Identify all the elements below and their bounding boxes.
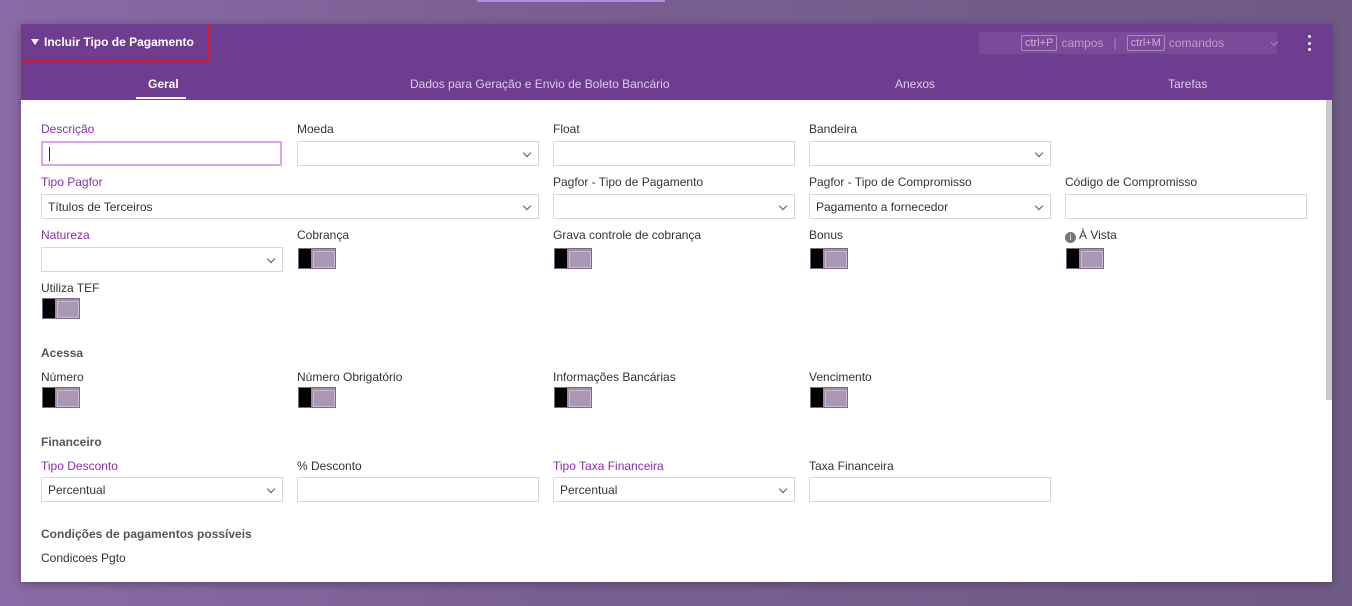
vencimento-label: Vencimento xyxy=(809,370,872,384)
grava-controle-toggle[interactable] xyxy=(554,248,592,269)
numero-toggle[interactable] xyxy=(42,387,80,408)
info-icon[interactable]: i xyxy=(1065,232,1076,243)
bandeira-label: Bandeira xyxy=(809,122,858,136)
tipo-desconto-select[interactable]: Percentual xyxy=(41,477,283,502)
shortcut-bar[interactable]: ctrl+P campos | ctrl+M comandos xyxy=(979,32,1279,54)
tipo-taxa-label: Tipo Taxa Financeira xyxy=(553,459,664,473)
vencimento-toggle[interactable] xyxy=(810,387,848,408)
utiliza-tef-label: Utiliza TEF xyxy=(41,281,100,295)
taxa-financeira-label: Taxa Financeira xyxy=(809,459,894,473)
informacoes-bancarias-label: Informações Bancárias xyxy=(553,370,676,384)
fields-shortcut-label: campos xyxy=(1061,36,1104,50)
form-content: Descrição Moeda Float Bandeira Tipo Pagf… xyxy=(21,100,1332,582)
numero-label: Número xyxy=(41,370,84,384)
float-input[interactable] xyxy=(553,141,795,166)
taxa-financeira-input[interactable] xyxy=(809,477,1051,502)
tipo-desconto-label: Tipo Desconto xyxy=(41,459,118,473)
codigo-compromisso-label: Código de Compromisso xyxy=(1065,175,1198,189)
moeda-label: Moeda xyxy=(297,122,334,136)
pagfor-tipo-compromisso-label: Pagfor - Tipo de Compromisso xyxy=(809,175,972,189)
vertical-scrollbar[interactable] xyxy=(1326,100,1332,400)
perc-desconto-input[interactable] xyxy=(297,477,539,502)
perc-desconto-label: % Desconto xyxy=(297,459,362,473)
a-vista-label-wrap: iÀ Vista xyxy=(1065,228,1117,243)
chevron-down-icon xyxy=(522,201,532,211)
include-payment-type-modal: Incluir Tipo de Pagamento ctrl+P campos … xyxy=(21,24,1332,582)
condicoes-pgto-label: Condicoes Pgto xyxy=(41,551,126,565)
numero-obrigatorio-label: Número Obrigatório xyxy=(297,370,403,384)
chevron-down-icon xyxy=(1034,201,1044,211)
modal-header: Incluir Tipo de Pagamento ctrl+P campos … xyxy=(21,24,1332,100)
bandeira-select[interactable] xyxy=(809,141,1051,166)
a-vista-toggle[interactable] xyxy=(1066,248,1104,269)
numero-obrigatorio-toggle[interactable] xyxy=(298,387,336,408)
top-accent-strip xyxy=(477,0,665,2)
chevron-down-icon xyxy=(522,148,532,158)
tab-geral[interactable]: Geral xyxy=(148,77,179,91)
modal-title: Incluir Tipo de Pagamento xyxy=(44,34,194,49)
natureza-label: Natureza xyxy=(41,228,90,242)
natureza-select[interactable] xyxy=(41,247,283,272)
cobranca-toggle[interactable] xyxy=(298,248,336,269)
financeiro-section-title: Financeiro xyxy=(41,435,102,449)
cobranca-label: Cobrança xyxy=(297,228,350,242)
commands-shortcut-label: comandos xyxy=(1168,36,1225,50)
grava-controle-label: Grava controle de cobrança xyxy=(553,228,702,242)
chevron-down-icon xyxy=(1034,148,1044,158)
tipo-pagfor-select[interactable]: Títulos de Terceiros xyxy=(41,194,539,219)
tipo-pagfor-label: Tipo Pagfor xyxy=(41,175,103,189)
tipo-taxa-select[interactable]: Percentual xyxy=(553,477,795,502)
pagfor-tipo-compromisso-select[interactable]: Pagamento a fornecedor xyxy=(809,194,1051,219)
descricao-input[interactable] xyxy=(41,141,282,166)
tab-bar: Geral Dados para Geração e Envio de Bole… xyxy=(21,70,1332,100)
more-options-icon[interactable] xyxy=(1306,35,1312,51)
chevron-down-icon[interactable] xyxy=(1270,37,1279,46)
acessa-section-title: Acessa xyxy=(41,346,84,360)
float-label: Float xyxy=(553,122,580,136)
caret-down-icon xyxy=(31,38,39,45)
tab-dados-boleto[interactable]: Dados para Geração e Envio de Boleto Ban… xyxy=(410,77,670,91)
chevron-down-icon xyxy=(778,201,788,211)
moeda-select[interactable] xyxy=(297,141,539,166)
shortcut-separator: | xyxy=(1113,36,1117,50)
tab-anexos[interactable]: Anexos xyxy=(895,77,935,91)
bonus-label: Bonus xyxy=(809,228,844,242)
informacoes-bancarias-toggle[interactable] xyxy=(554,387,592,408)
condicoes-section-title: Condições de pagamentos possíveis xyxy=(41,527,252,541)
chevron-down-icon xyxy=(778,484,788,494)
chevron-down-icon xyxy=(266,484,276,494)
descricao-label: Descrição xyxy=(41,122,95,136)
chevron-down-icon xyxy=(266,254,276,264)
codigo-compromisso-input[interactable] xyxy=(1065,194,1307,219)
tab-tarefas[interactable]: Tarefas xyxy=(1168,77,1207,91)
bonus-toggle[interactable] xyxy=(810,248,848,269)
modal-title-toggle[interactable]: Incluir Tipo de Pagamento xyxy=(21,24,209,62)
active-tab-indicator xyxy=(136,97,186,99)
a-vista-label: À Vista xyxy=(1079,228,1117,242)
pagfor-tipo-pagamento-select[interactable] xyxy=(553,194,795,219)
utiliza-tef-toggle[interactable] xyxy=(42,298,80,319)
fields-shortcut-key: ctrl+P xyxy=(1021,35,1058,51)
pagfor-tipo-pagamento-label: Pagfor - Tipo de Pagamento xyxy=(553,175,704,189)
commands-shortcut-key: ctrl+M xyxy=(1126,35,1165,51)
